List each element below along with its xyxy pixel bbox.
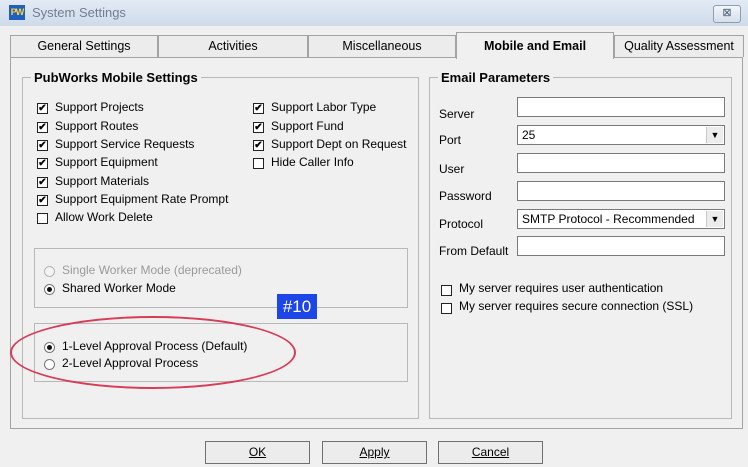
from-default-field[interactable]	[517, 236, 725, 256]
label-port: Port	[439, 133, 462, 147]
server-field[interactable]	[517, 97, 725, 117]
tab-activities[interactable]: Activities	[158, 35, 308, 57]
label-user: User	[439, 162, 465, 176]
label-support-fund: Support Fund	[271, 119, 344, 133]
label-protocol: Protocol	[439, 217, 484, 231]
radio-single-worker-mode[interactable]	[44, 266, 55, 277]
checkbox-support-equipment[interactable]	[37, 158, 48, 169]
label-single-worker-mode: Single Worker Mode (deprecated)	[62, 263, 242, 277]
checkbox-support-equipment-rate-prompt[interactable]	[37, 195, 48, 206]
checkbox-support-projects[interactable]	[37, 103, 48, 114]
tab-quality-assessment[interactable]: Quality Assessment	[614, 35, 744, 57]
checkbox-support-routes[interactable]	[37, 122, 48, 133]
protocol-value: SMTP Protocol - Recommended	[522, 212, 695, 226]
label-user-authentication: My server requires user authentication	[459, 281, 664, 295]
label-support-equipment: Support Equipment	[55, 155, 158, 169]
worker-mode-group	[34, 248, 408, 308]
annotation-highlight-ellipse	[10, 316, 296, 389]
label-support-materials: Support Materials	[55, 174, 150, 188]
label-support-equipment-rate-prompt: Support Equipment Rate Prompt	[55, 192, 229, 206]
label-server: Server	[439, 107, 475, 121]
user-field[interactable]	[517, 153, 725, 173]
email-parameters-title: Email Parameters	[441, 70, 551, 85]
checkbox-support-dept-on-request[interactable]	[253, 140, 264, 151]
label-secure-connection-ssl: My server requires secure connection (SS…	[459, 299, 694, 313]
mobile-settings-title: PubWorks Mobile Settings	[34, 70, 198, 85]
label-shared-worker-mode: Shared Worker Mode	[62, 281, 176, 295]
checkbox-support-labor-type[interactable]	[253, 103, 264, 114]
protocol-dropdown-arrow-icon[interactable]: ▼	[706, 211, 723, 227]
tab-general-settings[interactable]: General Settings	[10, 35, 158, 57]
label-allow-work-delete: Allow Work Delete	[55, 210, 153, 224]
cancel-label: Cancel	[471, 445, 510, 459]
app-icon: PW	[9, 5, 25, 20]
label-hide-caller-info: Hide Caller Info	[271, 155, 354, 169]
close-button[interactable]: ⊠	[713, 5, 741, 23]
tab-miscellaneous[interactable]: Miscellaneous	[308, 35, 456, 57]
password-field[interactable]	[517, 181, 725, 201]
tab-mobile-and-email[interactable]: Mobile and Email	[456, 32, 614, 59]
apply-button[interactable]: Apply	[322, 441, 427, 464]
protocol-select[interactable]: SMTP Protocol - Recommended ▼	[517, 209, 725, 229]
checkbox-support-materials[interactable]	[37, 177, 48, 188]
label-password: Password	[439, 189, 492, 203]
label-support-projects: Support Projects	[55, 100, 144, 114]
checkbox-user-authentication[interactable]	[441, 285, 452, 296]
radio-shared-worker-mode[interactable]	[44, 284, 55, 295]
checkbox-support-service-requests[interactable]	[37, 140, 48, 151]
system-settings-window: PW System Settings ⊠ General Settings Ac…	[0, 0, 748, 467]
label-from-default: From Default	[439, 244, 509, 258]
window-title: System Settings	[32, 5, 126, 20]
label-support-service-requests: Support Service Requests	[55, 137, 195, 151]
port-value: 25	[522, 128, 536, 142]
label-support-routes: Support Routes	[55, 119, 139, 133]
title-bar[interactable]: PW System Settings ⊠	[0, 0, 748, 27]
cancel-button[interactable]: Cancel	[438, 441, 543, 464]
ok-button[interactable]: OK	[205, 441, 310, 464]
label-support-dept-on-request: Support Dept on Request	[271, 137, 407, 151]
annotation-badge: #10	[277, 294, 317, 319]
checkbox-allow-work-delete[interactable]	[37, 213, 48, 224]
checkbox-support-fund[interactable]	[253, 122, 264, 133]
apply-label: Apply	[359, 445, 390, 459]
port-select[interactable]: 25 ▼	[517, 125, 725, 145]
port-dropdown-arrow-icon[interactable]: ▼	[706, 127, 723, 143]
ok-label: OK	[248, 445, 267, 459]
checkbox-hide-caller-info[interactable]	[253, 158, 264, 169]
checkbox-secure-connection-ssl[interactable]	[441, 303, 452, 314]
label-support-labor-type: Support Labor Type	[271, 100, 377, 114]
